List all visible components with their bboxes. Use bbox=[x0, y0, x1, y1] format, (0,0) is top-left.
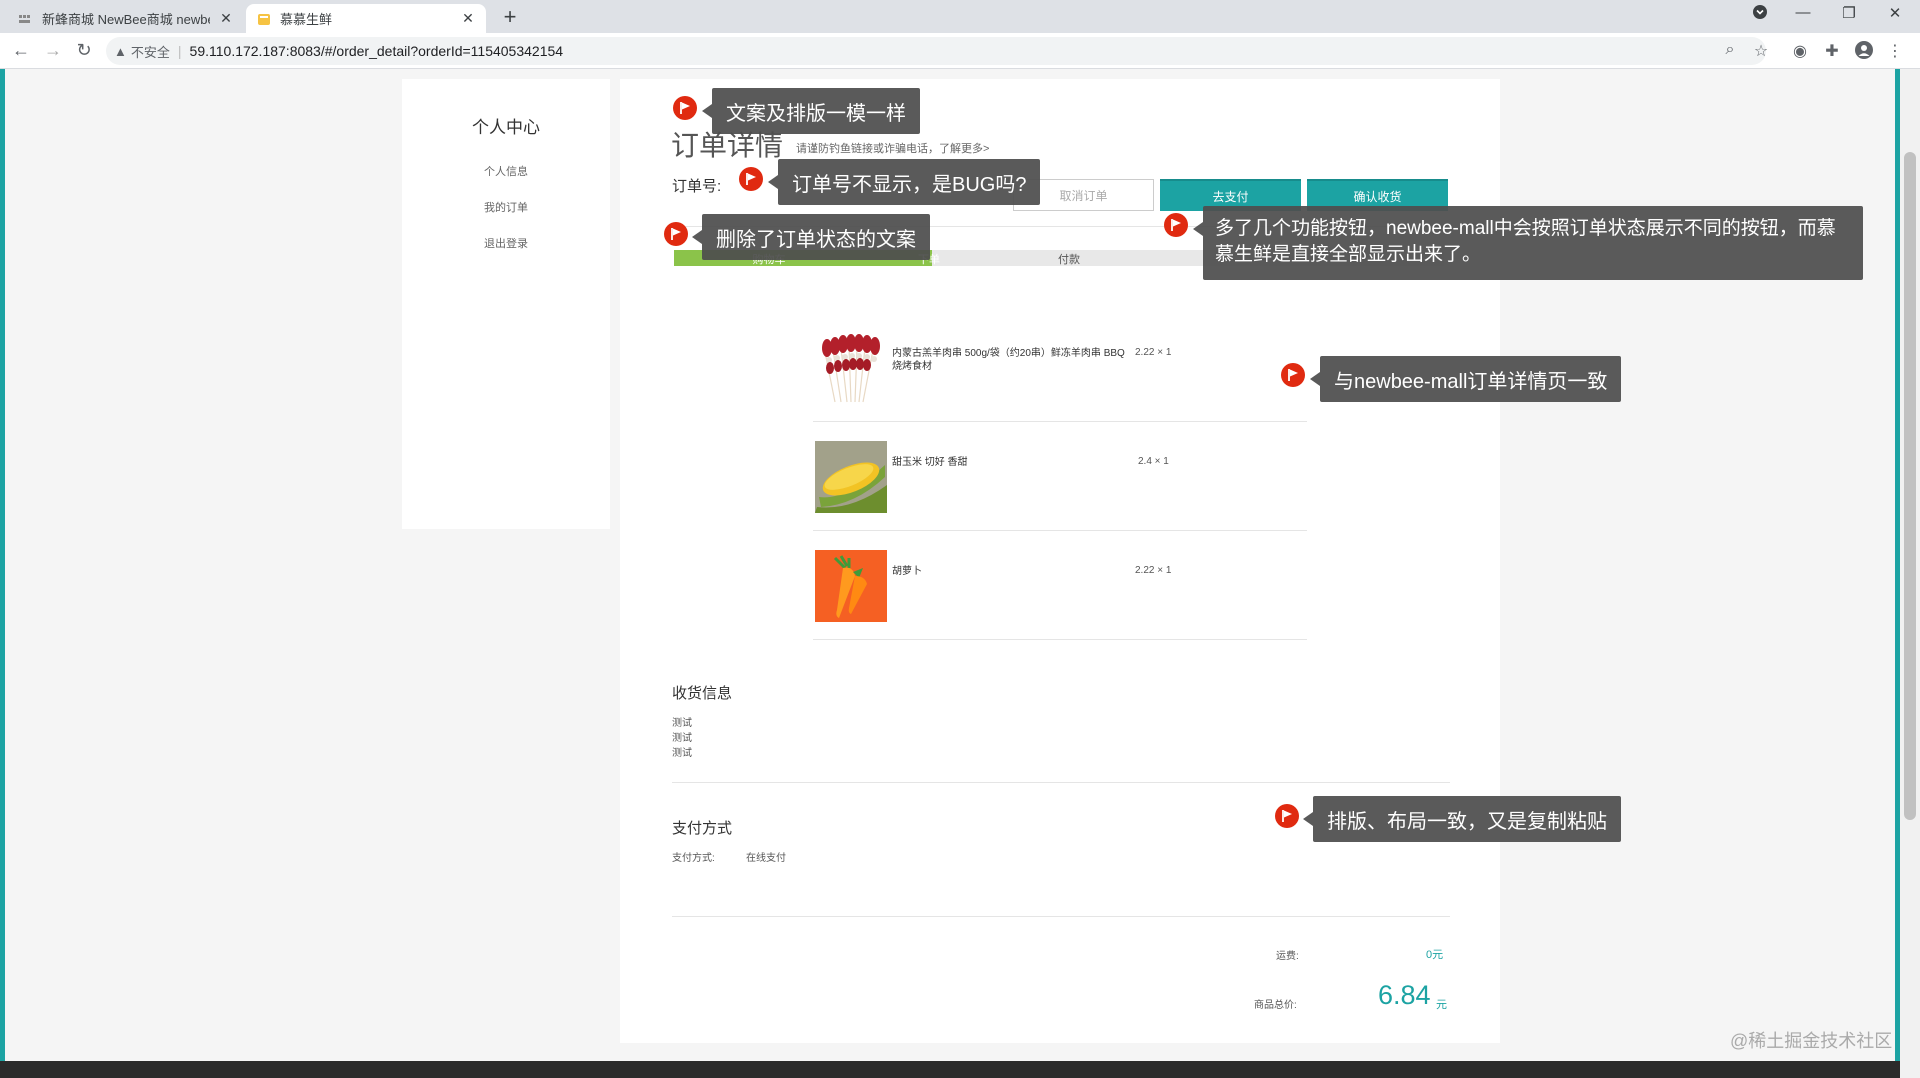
order-item: 胡萝卜 2.22 × 1 bbox=[813, 531, 1307, 640]
sidebar-item-orders[interactable]: 我的订单 bbox=[402, 199, 610, 215]
anti-fraud-tip[interactable]: 请谨防钓鱼链接或诈骗电话，了解更多> bbox=[796, 140, 989, 156]
divider bbox=[672, 782, 1450, 783]
flag-icon bbox=[673, 96, 697, 120]
watermark: @稀土掘金技术社区 bbox=[1730, 1031, 1893, 1051]
order-item: 甜玉米 切好 香甜 2.4 × 1 bbox=[813, 422, 1307, 531]
mumu-logo-icon bbox=[256, 11, 272, 27]
sidebar-item-profile[interactable]: 个人信息 bbox=[402, 163, 610, 179]
review-callout: 删除了订单状态的文案 bbox=[692, 214, 930, 260]
warning-icon: ▲ bbox=[114, 43, 127, 59]
review-callout: 与newbee-mall订单详情页一致 bbox=[1309, 356, 1622, 402]
sweet-corn-image[interactable] bbox=[815, 441, 887, 513]
total-value: 6.84 bbox=[1378, 980, 1431, 1010]
tab-title: 慕慕生鲜 bbox=[280, 12, 333, 27]
puzzle-extensions-icon[interactable]: ✚ bbox=[1821, 41, 1843, 61]
item-name[interactable]: 胡萝卜 bbox=[892, 565, 1130, 578]
zoom-icon[interactable]: ⌕ bbox=[1719, 41, 1741, 59]
minimize-icon[interactable]: — bbox=[1787, 4, 1819, 21]
new-tab-icon[interactable]: + bbox=[498, 6, 522, 28]
tab-newbee[interactable]: 新蜂商城 NewBee商城 newbee ✕ bbox=[8, 4, 244, 33]
flag-icon bbox=[739, 167, 763, 191]
item-name[interactable]: 内蒙古羔羊肉串 500g/袋（约20串）鲜冻羊肉串 BBQ烧烤食材 bbox=[892, 347, 1130, 373]
separator: | bbox=[177, 43, 182, 59]
tab-mumu[interactable]: 慕慕生鲜 ✕ bbox=[246, 4, 486, 33]
shipping-line: 测试 bbox=[672, 748, 692, 759]
divider bbox=[672, 916, 1450, 917]
item-price: 2.22 × 1 bbox=[1135, 347, 1172, 358]
scrollbar-thumb[interactable] bbox=[1904, 152, 1916, 820]
total-unit: 元 bbox=[1436, 999, 1447, 1011]
freight-label: 运费: bbox=[1276, 951, 1299, 962]
reload-icon[interactable]: ↻ bbox=[73, 40, 95, 61]
payment-method-label: 支付方式: bbox=[672, 853, 715, 864]
sidebar-item-logout[interactable]: 退出登录 bbox=[402, 235, 610, 251]
progress-step-pay: 付款 bbox=[1058, 254, 1080, 266]
newbee-logo-icon bbox=[18, 11, 34, 27]
tab-title: 新蜂商城 NewBee商城 newbee bbox=[42, 12, 210, 27]
flag-icon bbox=[1164, 213, 1188, 237]
sidebar-title: 个人中心 bbox=[472, 118, 540, 137]
footer-bar bbox=[0, 1061, 1900, 1078]
payment-method-title: 支付方式 bbox=[672, 820, 733, 837]
carrot-image[interactable] bbox=[815, 550, 887, 622]
bookmark-star-icon[interactable]: ☆ bbox=[1750, 41, 1772, 61]
back-icon[interactable]: ← bbox=[10, 40, 32, 61]
review-callout: 多了几个功能按钮，newbee-mall中会按照订单状态展示不同的按钮，而慕慕生… bbox=[1193, 206, 1863, 280]
user-center-sidebar: 个人中心 个人信息 我的订单 退出登录 bbox=[402, 79, 610, 529]
freight-value: 0元 bbox=[1426, 949, 1444, 961]
close-tab-icon[interactable]: ✕ bbox=[218, 10, 234, 27]
order-item: 内蒙古羔羊肉串 500g/袋（约20串）鲜冻羊肉串 BBQ烧烤食材 2.22 ×… bbox=[813, 313, 1307, 422]
order-number-label: 订单号: bbox=[672, 178, 722, 195]
flag-icon bbox=[1281, 363, 1305, 387]
review-callout: 订单号不显示，是BUG吗? bbox=[767, 159, 1041, 205]
total-label: 商品总价: bbox=[1254, 1000, 1297, 1011]
profile-avatar-icon[interactable] bbox=[1853, 41, 1875, 64]
item-price: 2.22 × 1 bbox=[1135, 565, 1172, 576]
restore-icon[interactable]: ❐ bbox=[1833, 4, 1865, 22]
item-name[interactable]: 甜玉米 切好 香甜 bbox=[892, 456, 1130, 469]
address-bar[interactable]: ▲ 不安全 | 59.110.172.187:8083/#/order_deta… bbox=[106, 37, 1766, 65]
shipping-line: 测试 bbox=[672, 733, 692, 744]
left-accent-edge bbox=[0, 69, 5, 1061]
payment-method-value: 在线支付 bbox=[746, 853, 786, 864]
item-price: 2.4 × 1 bbox=[1138, 456, 1169, 467]
security-label: 不安全 bbox=[130, 44, 170, 60]
close-window-icon[interactable]: ✕ bbox=[1879, 4, 1911, 22]
forward-icon[interactable]: → bbox=[42, 40, 64, 61]
review-callout: 排版、布局一致，又是复制粘贴 bbox=[1303, 796, 1621, 842]
browser-tab-bar: 新蜂商城 NewBee商城 newbee ✕ 慕慕生鲜 ✕ + — ❐ ✕ bbox=[0, 0, 1920, 33]
flag-icon bbox=[1275, 804, 1299, 828]
extension-icon[interactable]: ◉ bbox=[1789, 41, 1811, 61]
shipping-line: 测试 bbox=[672, 718, 692, 729]
lamb-skewers-image[interactable] bbox=[815, 332, 887, 404]
shipping-info-title: 收货信息 bbox=[672, 685, 733, 702]
browser-toolbar: ← → ↻ ▲ 不安全 | 59.110.172.187:8083/#/orde… bbox=[0, 33, 1920, 69]
tab-search-icon[interactable] bbox=[1744, 4, 1776, 24]
url-text[interactable]: 59.110.172.187:8083/#/order_detail?order… bbox=[190, 43, 564, 59]
flag-icon bbox=[664, 222, 688, 246]
more-menu-icon[interactable]: ⋮ bbox=[1884, 41, 1906, 61]
review-callout: 文案及排版一模一样 bbox=[702, 88, 920, 134]
close-tab-icon[interactable]: ✕ bbox=[460, 10, 476, 27]
divider bbox=[813, 639, 1307, 640]
